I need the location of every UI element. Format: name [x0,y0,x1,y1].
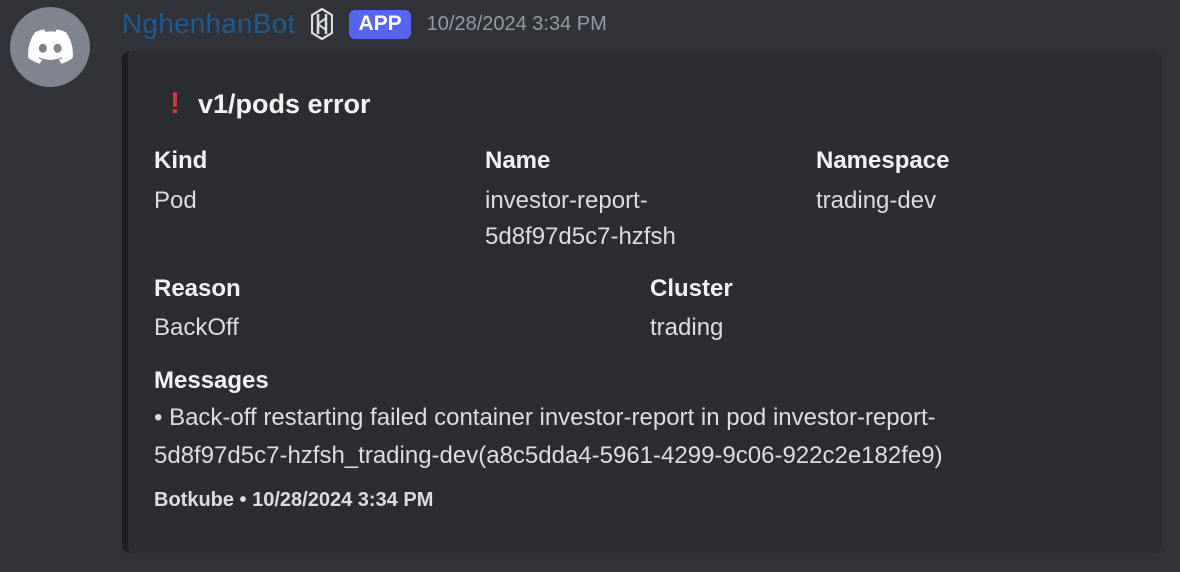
field-value: BackOff [154,314,239,341]
field-kind: Kind Pod [154,143,207,219]
message-header: NghenhanBot APP 10/28/2024 3:34 PM [122,6,607,42]
field-value-line-1: investor-report- [485,187,648,214]
field-cluster: Cluster trading [650,271,733,346]
field-value-line-2: 5d8f97d5c7-hzfsh [485,223,676,250]
discord-logo-icon [28,29,73,64]
field-value: trading [650,314,724,341]
exclamation-icon: ! [170,87,180,120]
field-name: Messages [154,367,269,394]
field-name: Cluster [650,275,733,302]
field-messages: Messages • Back-off restarting failed co… [154,363,1084,475]
avatar[interactable] [10,7,90,87]
username[interactable]: NghenhanBot [122,8,295,40]
embed-title: ! v1/pods error [170,87,371,121]
field-value-line-1: • Back-off restarting failed container i… [154,404,936,431]
field-name-pod: Name investor-report- 5d8f97d5c7-hzfsh [485,143,676,255]
botkube-icon [311,7,335,41]
embed-footer: Botkube • 10/28/2024 3:34 PM [154,489,434,511]
field-name: Kind [154,147,208,174]
app-badge: APP [349,9,411,39]
field-name: Name [485,147,551,174]
chat-message: NghenhanBot APP 10/28/2024 3:34 PM ! v1/… [0,0,1180,572]
field-name: Namespace [816,147,950,174]
embed-card: ! v1/pods error Kind Pod Name investor-r… [122,51,1162,553]
message-timestamp: 10/28/2024 3:34 PM [426,12,607,35]
field-reason: Reason BackOff [154,271,241,346]
field-namespace: Namespace trading-dev [816,143,949,219]
field-value: trading-dev [816,187,937,214]
field-value-line-2: 5d8f97d5c7-hzfsh_trading-dev(a8c5dda4-59… [154,442,943,469]
field-value: Pod [154,187,197,214]
embed-title-text: v1/pods error [198,88,371,119]
field-name: Reason [154,275,241,302]
